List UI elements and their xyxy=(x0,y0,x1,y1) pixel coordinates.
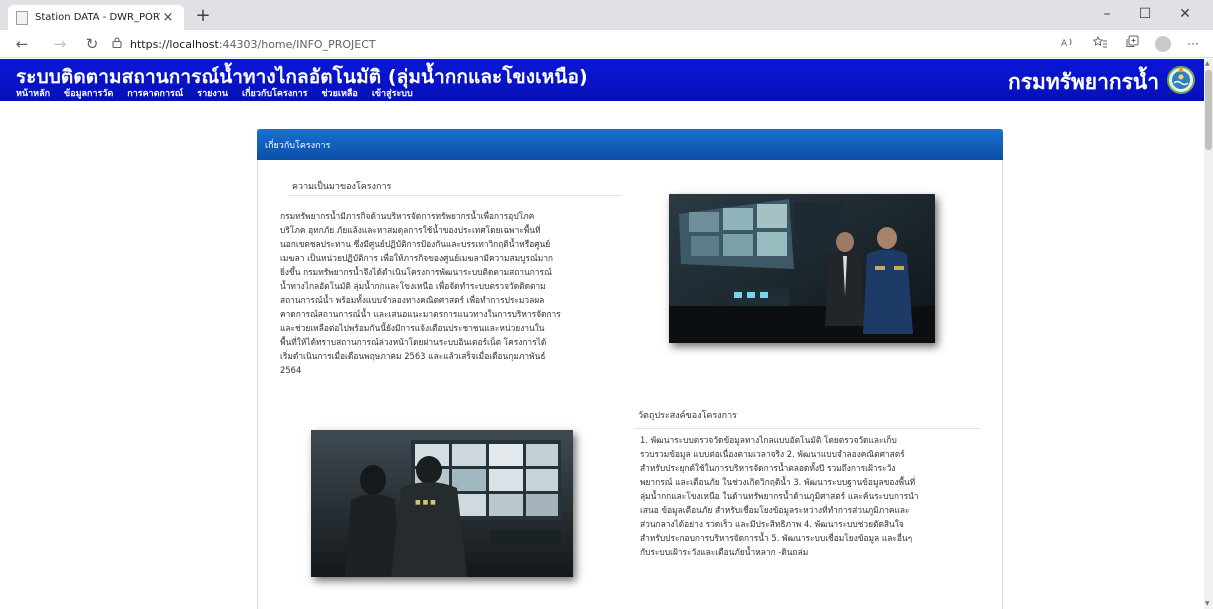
lock-icon xyxy=(112,37,122,51)
main-nav: หน้าหลัก ข้อมูลการวัด การคาดการณ์ รายงาน… xyxy=(16,86,413,100)
tab-close-icon[interactable]: × xyxy=(160,10,176,25)
nav-help[interactable]: ช่วยเหลือ xyxy=(321,86,357,100)
address-bar: ← → ↻ https://localhost:44303/home/INFO_… xyxy=(0,30,1213,58)
paragraph-line: สำหรับประกอบการบริหารจัดการน้ำ 5. พัฒนาร… xyxy=(640,533,913,543)
url-text: https://localhost:44303/home/INFO_PROJEC… xyxy=(130,38,376,51)
url-path: :44303/home/INFO_PROJECT xyxy=(218,37,376,51)
nav-about-project[interactable]: เกี่ยวกับโครงการ xyxy=(242,86,307,100)
department-name: กรมทรัพยากรน้ำ xyxy=(1008,70,1160,94)
paragraph-line: ส่วนกลางได้อย่าง รวดเร็ว และมีประสิทธิภา… xyxy=(640,519,904,529)
paragraph-line: คาดการณ์สถานการณ์น้ำ และเสนอแนะมาตรการแน… xyxy=(280,309,561,319)
browser-tab[interactable]: Station DATA - DWR_PORTAL × xyxy=(8,5,184,30)
collections-icon[interactable] xyxy=(1122,34,1142,54)
paragraph-line: กรมทรัพยากรน้ำมีภารกิจด้านบริหารจัดการทร… xyxy=(280,211,535,221)
nav-home[interactable]: หน้าหลัก xyxy=(16,86,50,100)
operators-photo: ■ ■ ■ xyxy=(311,430,573,577)
url-host: https://localhost xyxy=(130,37,219,51)
paragraph-line: บริโภค อุทกภัย ภัยแล้งและหาสมดุลการใช้น้… xyxy=(280,225,541,235)
svg-text:■ ■ ■: ■ ■ ■ xyxy=(415,499,436,506)
paragraph-line: ลุ่มน้ำกกและโขงเหนือ ในด้านทรัพยากรน้ำด้… xyxy=(640,491,919,501)
tab-title: Station DATA - DWR_PORTAL xyxy=(35,12,160,23)
nav-measurement-data[interactable]: ข้อมูลการวัด xyxy=(64,86,113,100)
browser-tab-bar: Station DATA - DWR_PORTAL × + – ☐ ✕ xyxy=(0,0,1213,30)
nav-forecast[interactable]: การคาดการณ์ xyxy=(127,86,183,100)
paragraph-line: ยิ่งขึ้น กรมทรัพยากรน้ำจึงได้ดำเนินโครงก… xyxy=(280,267,552,277)
back-arrow-icon[interactable]: ← xyxy=(12,34,32,54)
project-info-panel: เกี่ยวกับโครงการ ความเป็นมาของโครงการ กร… xyxy=(257,129,1003,609)
paragraph-line: เมฆลา เป็นหน่วยปฏิบัติการ เพื่อให้ภารกิจ… xyxy=(280,253,553,263)
objective-divider xyxy=(634,428,980,429)
paragraph-line: เสนอ ข้อมูลเตือนภัย สำหรับเชื่อมโยงข้อมู… xyxy=(640,505,910,515)
paragraph-line: และช่วยเหลือต่อไปพร้อมกันนี้ยังมีการแจ้ง… xyxy=(280,323,545,333)
site-header: ระบบติดตามสถานการณ์น้ำทางไกลอัตโนมัติ (ล… xyxy=(0,59,1204,101)
background-heading: ความเป็นมาของโครงการ xyxy=(292,182,392,192)
scrollbar-thumb[interactable] xyxy=(1205,70,1212,150)
objective-heading: วัตถุประสงค์ของโครงการ xyxy=(638,411,738,421)
minimize-button[interactable]: – xyxy=(1092,2,1122,26)
paragraph-line: รวบรวมข้อมูล แบบต่อเนื่องตามเวลาจริง 2. … xyxy=(640,449,905,459)
page-favicon-icon xyxy=(16,10,28,25)
nav-login[interactable]: เข้าสู่ระบบ xyxy=(372,86,413,100)
favorites-icon[interactable] xyxy=(1090,34,1110,54)
paragraph-line: เริ่มดำเนินการเมื่อเดือนพฤษภาคม 2563 และ… xyxy=(280,351,546,361)
paragraph-line: สำหรับประยุกต์ใช้ในการบริหารจัดการน้ำตลอ… xyxy=(640,463,896,473)
maximize-button[interactable]: ☐ xyxy=(1130,2,1160,26)
paragraph-line: สถานการณ์น้ำ พร้อมทั้งแบบจำลองทางคณิตศาส… xyxy=(280,295,545,305)
paragraph-line: กับระบบเฝ้าระวังและเตือนภัยน้ำหลาก -ดินถ… xyxy=(640,547,809,557)
refresh-icon[interactable]: ↻ xyxy=(82,34,102,54)
scroll-down-icon[interactable]: ▼ xyxy=(1205,600,1210,607)
close-window-button[interactable]: ✕ xyxy=(1170,2,1200,26)
more-menu-icon[interactable]: ··· xyxy=(1183,34,1203,54)
background-divider xyxy=(288,195,622,196)
url-field[interactable]: https://localhost:44303/home/INFO_PROJEC… xyxy=(112,33,1112,55)
read-aloud-icon[interactable]: A xyxy=(1058,34,1078,54)
paragraph-line: พื้นที่ให้ได้ทราบสถานการณ์ล่วงหน้าโดยผ่า… xyxy=(280,337,547,347)
forward-arrow-icon[interactable]: → xyxy=(50,34,70,54)
paragraph-line: น้ำทางไกลอัตโนมัติ ลุ่มน้ำกกและโขงเหนือ … xyxy=(280,281,546,291)
panel-header: เกี่ยวกับโครงการ xyxy=(257,129,1003,160)
profile-avatar[interactable] xyxy=(1155,36,1171,52)
paragraph-line: 1. พัฒนาระบบตรวจวัดข้อมูลทางไกลแบบอัตโนม… xyxy=(640,435,897,445)
scroll-up-icon[interactable]: ▲ xyxy=(1205,60,1210,67)
department-logo xyxy=(1166,63,1196,95)
objective-paragraph: 1. พัฒนาระบบตรวจวัดข้อมูลทางไกลแบบอัตโนม… xyxy=(640,433,996,559)
new-tab-button[interactable]: + xyxy=(193,5,213,27)
svg-text:A: A xyxy=(1061,39,1068,48)
panel-title: เกี่ยวกับโครงการ xyxy=(265,141,331,151)
control-room-photo xyxy=(669,194,935,343)
paragraph-line: 2564 xyxy=(280,365,302,375)
paragraph-line: นอกเขตชลประทาน ซึ่งมีศูนย์ปฏิบัติการป้อง… xyxy=(280,239,551,249)
paragraph-line: พยากรณ์ และเตือนภัย ในช่วงเกิดวิกฤติน้ำ … xyxy=(640,477,916,487)
nav-report[interactable]: รายงาน xyxy=(197,86,228,100)
background-paragraph: กรมทรัพยากรน้ำมีภารกิจด้านบริหารจัดการทร… xyxy=(280,209,630,377)
